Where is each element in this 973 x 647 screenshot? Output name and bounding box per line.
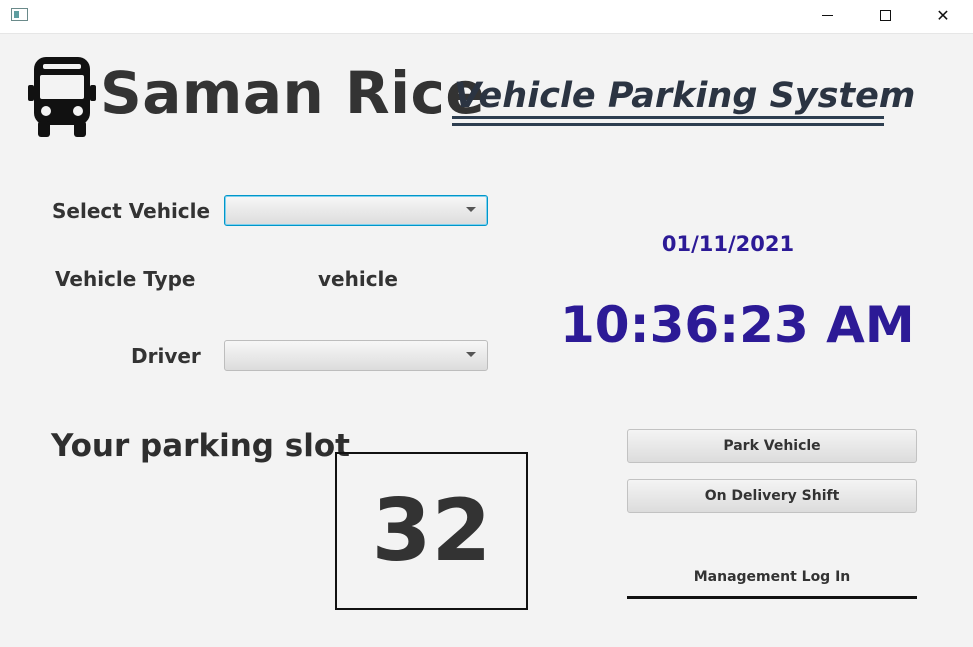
close-button[interactable]: ✕ [914, 0, 972, 31]
subtitle-underline [452, 116, 884, 119]
select-vehicle-label: Select Vehicle [52, 199, 211, 223]
current-date: 01/11/2021 [661, 232, 795, 256]
park-vehicle-button[interactable]: Park Vehicle [627, 429, 917, 463]
driver-label: Driver [131, 344, 201, 368]
select-vehicle-combobox[interactable] [224, 195, 488, 226]
parking-slot-title: Your parking slot [51, 428, 350, 464]
minimize-icon [821, 15, 833, 16]
minimize-button[interactable] [798, 0, 856, 31]
management-login-underline [627, 596, 917, 599]
app-subtitle: Vehicle Parking System [454, 76, 916, 116]
management-login-link[interactable]: Management Log In [627, 569, 917, 585]
bus-icon [28, 57, 96, 137]
parking-slot-number: 32 [371, 481, 492, 581]
window-titlebar: ✕ [0, 0, 973, 34]
vehicle-type-value: vehicle [318, 267, 398, 291]
close-icon: ✕ [936, 6, 950, 25]
on-delivery-shift-button[interactable]: On Delivery Shift [627, 479, 917, 513]
vehicle-type-label: Vehicle Type [55, 267, 196, 291]
chevron-down-icon [466, 352, 476, 357]
parking-slot-box: 32 [335, 452, 528, 610]
current-time: 10:36:23 AM [560, 296, 915, 354]
app-window-icon [11, 8, 28, 21]
chevron-down-icon [466, 207, 476, 212]
maximize-button[interactable] [856, 0, 914, 31]
brand-title: Saman Rice [100, 59, 486, 127]
driver-combobox[interactable] [224, 340, 488, 371]
subtitle-underline-double [452, 123, 884, 126]
maximize-icon [879, 10, 891, 21]
